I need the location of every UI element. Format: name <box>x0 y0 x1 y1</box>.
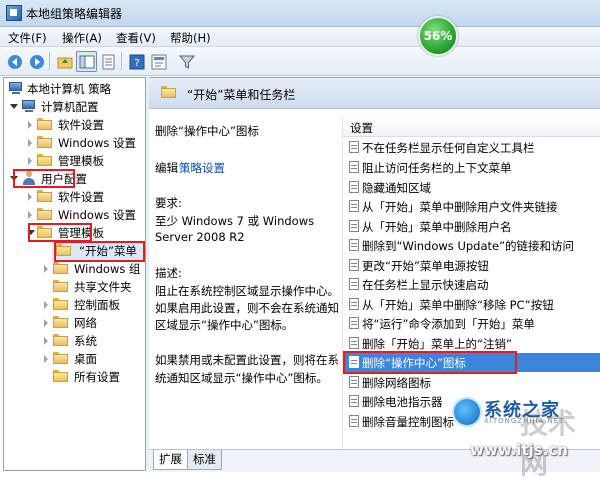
watermark-url: www.itjs.cn <box>470 441 568 459</box>
setting-row[interactable]: 删除网络图标 <box>343 373 600 392</box>
policy-setting-icon <box>349 395 359 407</box>
policy-setting-icon <box>349 161 359 173</box>
folder-icon <box>37 154 52 166</box>
folder-icon <box>37 208 52 220</box>
export-list-icon[interactable] <box>98 51 119 72</box>
policy-setting-icon <box>349 220 359 232</box>
requirements-line: Server 2008 R2 <box>155 230 245 244</box>
progress-badge: 56% <box>418 16 458 56</box>
highlight-start-menu <box>54 241 145 262</box>
show-tree-icon[interactable] <box>76 51 97 72</box>
setting-row[interactable]: 不在任务栏显示任何自定义工具栏 <box>343 138 600 157</box>
collapse-arrow-icon[interactable] <box>44 355 48 363</box>
highlight-user-config <box>13 169 75 188</box>
requirements-label: 要求: <box>155 196 182 210</box>
setting-row[interactable]: 将“运行”命令添加到「开始」菜单 <box>343 314 600 333</box>
folder-icon <box>161 86 176 98</box>
folder-icon <box>53 370 68 382</box>
description-line: 如果禁用或未配置此设置，则将在系 <box>155 353 339 367</box>
edit-prefix: 编辑 <box>155 161 178 175</box>
edit-policy-link[interactable]: 策略设置 <box>179 160 225 176</box>
description-line: 统通知区域显示“操作中心”图标。 <box>155 371 328 385</box>
description-label: 描述: <box>155 266 182 280</box>
collapse-arrow-icon[interactable] <box>28 157 32 165</box>
folder-icon <box>53 316 68 328</box>
folder-icon <box>53 298 68 310</box>
back-arrow-icon[interactable] <box>4 51 25 72</box>
folder-icon <box>37 118 52 130</box>
collapse-arrow-icon[interactable] <box>28 139 32 147</box>
highlight-admin-templates <box>28 223 92 242</box>
watermark-logo-icon <box>454 399 480 425</box>
menu-bar: 文件(F) 操作(A) 查看(V) 帮助(H) <box>0 27 600 47</box>
tab-extended[interactable]: 扩展 <box>153 450 188 470</box>
menu-file[interactable]: 文件(F) <box>8 30 47 46</box>
collapse-arrow-icon[interactable] <box>28 193 32 201</box>
description-line: 阻止在系统控制区域显示操作中心。 <box>155 284 339 298</box>
collapse-arrow-icon[interactable] <box>28 211 32 219</box>
collapse-arrow-icon[interactable] <box>44 265 48 273</box>
properties-icon[interactable] <box>148 51 169 72</box>
menu-action[interactable]: 操作(A) <box>62 30 102 46</box>
setting-row[interactable]: 在任务栏上显示快速启动 <box>343 275 600 294</box>
policy-setting-icon <box>349 259 359 271</box>
gpedit-app-icon <box>6 5 22 21</box>
settings-column-header[interactable]: 设置 <box>342 116 600 137</box>
setting-row[interactable]: 删除到“Windows Update”的链接和访问 <box>343 236 600 255</box>
title-bar: 本地组策略编辑器 <box>0 0 600 27</box>
window-title: 本地组策略编辑器 <box>26 7 123 21</box>
requirements-line: 至少 Windows 7 或 Windows <box>155 214 315 228</box>
policy-setting-icon <box>349 200 359 212</box>
menu-view[interactable]: 查看(V) <box>116 30 156 46</box>
setting-title: 删除“操作中心”图标 <box>155 124 259 138</box>
policy-setting-icon <box>349 278 359 290</box>
description-line: 区域显示“操作中心”图标。 <box>155 318 294 332</box>
expand-arrow-icon[interactable] <box>10 104 18 109</box>
folder-icon <box>37 190 52 202</box>
svg-text:?: ? <box>134 58 139 69</box>
setting-row[interactable]: 从「开始」菜单中删除用户名 <box>343 217 600 236</box>
folder-icon <box>53 334 68 346</box>
setting-row[interactable]: 从「开始」菜单中删除“移除 PC”按钮 <box>343 295 600 314</box>
policy-setting-icon <box>349 376 359 388</box>
navigation-tree[interactable]: 本地计算机 策略 计算机配置 软件设置 Windows 设置 管理模板 用户配置… <box>3 77 146 471</box>
tab-standard[interactable]: 标准 <box>187 450 222 470</box>
toolbar: ? <box>0 47 600 76</box>
collapse-arrow-icon[interactable] <box>44 337 48 345</box>
policy-setting-icon <box>349 317 359 329</box>
help-icon[interactable]: ? <box>126 51 147 72</box>
policy-setting-icon <box>349 239 359 251</box>
category-title: “开始”菜单和任务栏 <box>187 88 296 102</box>
policy-setting-icon <box>349 298 359 310</box>
menu-help[interactable]: 帮助(H) <box>170 30 211 46</box>
computer-policy-icon <box>8 81 24 95</box>
collapse-arrow-icon[interactable] <box>28 121 32 129</box>
collapse-arrow-icon[interactable] <box>44 301 48 309</box>
folder-icon <box>53 280 68 292</box>
description-panel: 删除“操作中心”图标 编辑 策略设置 要求: 至少 Windows 7 或 Wi… <box>149 109 340 450</box>
setting-row[interactable]: 隐藏通知区域 <box>343 178 600 197</box>
policy-setting-icon <box>349 181 359 193</box>
folder-icon <box>37 136 52 148</box>
setting-row[interactable]: 从「开始」菜单中删除用户文件夹链接 <box>343 197 600 216</box>
policy-setting-icon <box>349 337 359 349</box>
description-line: 如果启用此设置，则不会在系统通知 <box>155 301 339 315</box>
collapse-arrow-icon[interactable] <box>44 319 48 327</box>
computer-icon <box>21 99 37 113</box>
setting-row[interactable]: 更改“开始”菜单电源按钮 <box>343 256 600 275</box>
filter-icon[interactable] <box>176 51 197 72</box>
category-header: “开始”菜单和任务栏 <box>149 78 600 109</box>
policy-setting-icon <box>349 415 359 427</box>
details-pane: “开始”菜单和任务栏 删除“操作中心”图标 编辑 策略设置 要求: 至少 Win… <box>149 77 600 450</box>
policy-setting-icon <box>349 141 359 153</box>
up-folder-icon[interactable] <box>54 51 75 72</box>
forward-arrow-icon[interactable] <box>26 51 47 72</box>
highlight-selected-setting <box>343 351 517 374</box>
folder-icon <box>53 352 68 364</box>
setting-row[interactable]: 阻止访问任务栏的上下文菜单 <box>343 158 600 177</box>
folder-icon <box>53 262 68 274</box>
